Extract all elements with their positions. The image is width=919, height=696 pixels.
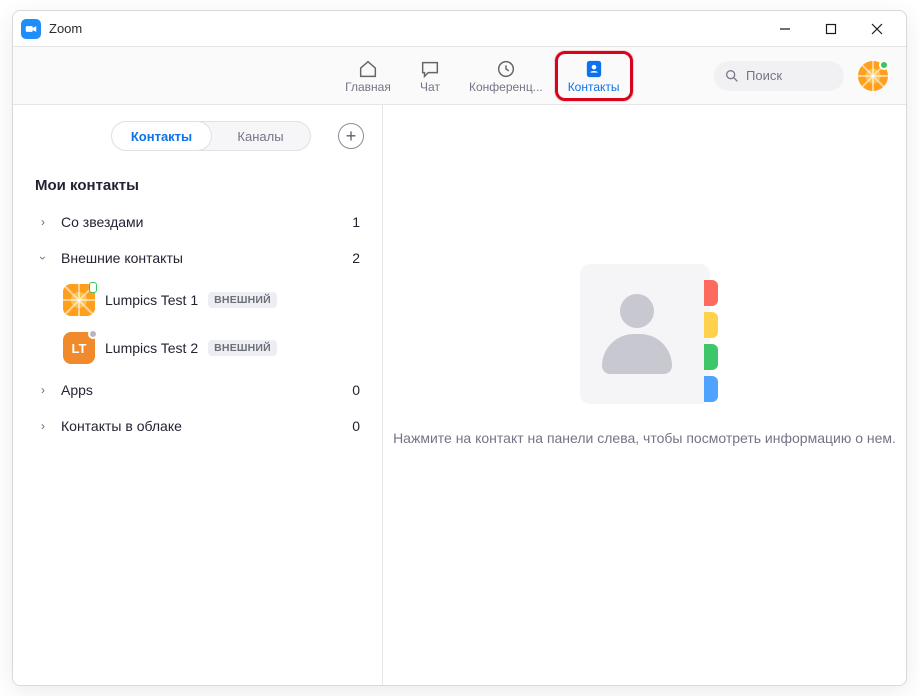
empty-contact-illustration (580, 264, 710, 404)
chevron-right-icon: › (35, 383, 51, 397)
tab-contacts[interactable]: Контакты (112, 122, 211, 150)
search-placeholder: Поиск (746, 68, 782, 83)
group-cloud-label: Контакты в облаке (61, 418, 182, 434)
clock-icon (495, 58, 517, 80)
chevron-right-icon: › (35, 419, 51, 433)
group-starred[interactable]: › Со звездами 1 (13, 204, 382, 240)
chat-icon (419, 58, 441, 80)
nav-contacts[interactable]: Контакты (564, 56, 624, 96)
contact-name: Lumpics Test 2 (105, 340, 198, 356)
search-icon (724, 68, 740, 84)
minimize-button[interactable] (762, 14, 808, 44)
zoom-app-icon (21, 19, 41, 39)
contacts-sidebar: Контакты Каналы + Мои контакты › Со звез… (13, 105, 383, 685)
nav-home[interactable]: Главная (341, 51, 395, 101)
group-cloud[interactable]: › Контакты в облаке 0 (13, 408, 382, 444)
nav-chat[interactable]: Чат (403, 51, 457, 101)
app-window: Zoom Главная Чат Конференц.. (12, 10, 907, 686)
presence-offline-icon (88, 329, 98, 339)
main-toolbar: Главная Чат Конференц... Контакты (13, 47, 906, 105)
tab-channels[interactable]: Каналы (211, 122, 310, 150)
group-apps[interactable]: › Apps 0 (13, 372, 382, 408)
nav-home-label: Главная (345, 80, 391, 94)
external-badge: ВНЕШНИЙ (208, 292, 277, 308)
nav-tabs: Главная Чат Конференц... Контакты (341, 51, 633, 101)
my-contacts-heading: Мои контакты (13, 159, 382, 204)
contact-initials: LT (72, 341, 87, 356)
group-external[interactable]: › Внешние контакты 2 (13, 240, 382, 276)
window-title: Zoom (49, 21, 82, 36)
presence-mobile-icon (89, 282, 97, 293)
contact-avatar: LT (63, 332, 95, 364)
group-starred-label: Со звездами (61, 214, 143, 230)
search-input[interactable]: Поиск (714, 61, 844, 91)
home-icon (357, 58, 379, 80)
group-starred-count: 1 (352, 214, 360, 230)
titlebar: Zoom (13, 11, 906, 47)
nav-meetings-label: Конференц... (469, 80, 543, 94)
nav-contacts-label: Контакты (568, 80, 620, 94)
contacts-tab-highlight: Контакты (555, 51, 633, 101)
contacts-icon (583, 58, 605, 80)
group-apps-count: 0 (352, 382, 360, 398)
group-cloud-count: 0 (352, 418, 360, 434)
external-badge: ВНЕШНИЙ (208, 340, 277, 356)
contact-detail-empty: Нажмите на контакт на панели слева, чтоб… (383, 105, 906, 685)
profile-avatar[interactable] (858, 61, 888, 91)
add-contact-button[interactable]: + (338, 123, 364, 149)
empty-state-hint: Нажмите на контакт на панели слева, чтоб… (393, 430, 896, 446)
presence-indicator (879, 60, 889, 70)
window-controls (762, 14, 900, 44)
content-area: Контакты Каналы + Мои контакты › Со звез… (13, 105, 906, 685)
nav-meetings[interactable]: Конференц... (465, 51, 547, 101)
contacts-channels-toggle: Контакты Каналы (111, 121, 311, 151)
chevron-right-icon: › (35, 215, 51, 229)
close-button[interactable] (854, 14, 900, 44)
group-external-label: Внешние контакты (61, 250, 183, 266)
nav-chat-label: Чат (420, 80, 440, 94)
group-apps-label: Apps (61, 382, 93, 398)
contact-row-2[interactable]: LT Lumpics Test 2 ВНЕШНИЙ (13, 324, 382, 372)
maximize-button[interactable] (808, 14, 854, 44)
plus-icon: + (346, 127, 357, 145)
contact-avatar (63, 284, 95, 316)
toolbar-right: Поиск (714, 61, 888, 91)
group-external-count: 2 (352, 250, 360, 266)
sidebar-top-row: Контакты Каналы + (13, 115, 382, 159)
chevron-down-icon: › (36, 250, 50, 266)
contact-row-1[interactable]: Lumpics Test 1 ВНЕШНИЙ (13, 276, 382, 324)
contact-name: Lumpics Test 1 (105, 292, 198, 308)
